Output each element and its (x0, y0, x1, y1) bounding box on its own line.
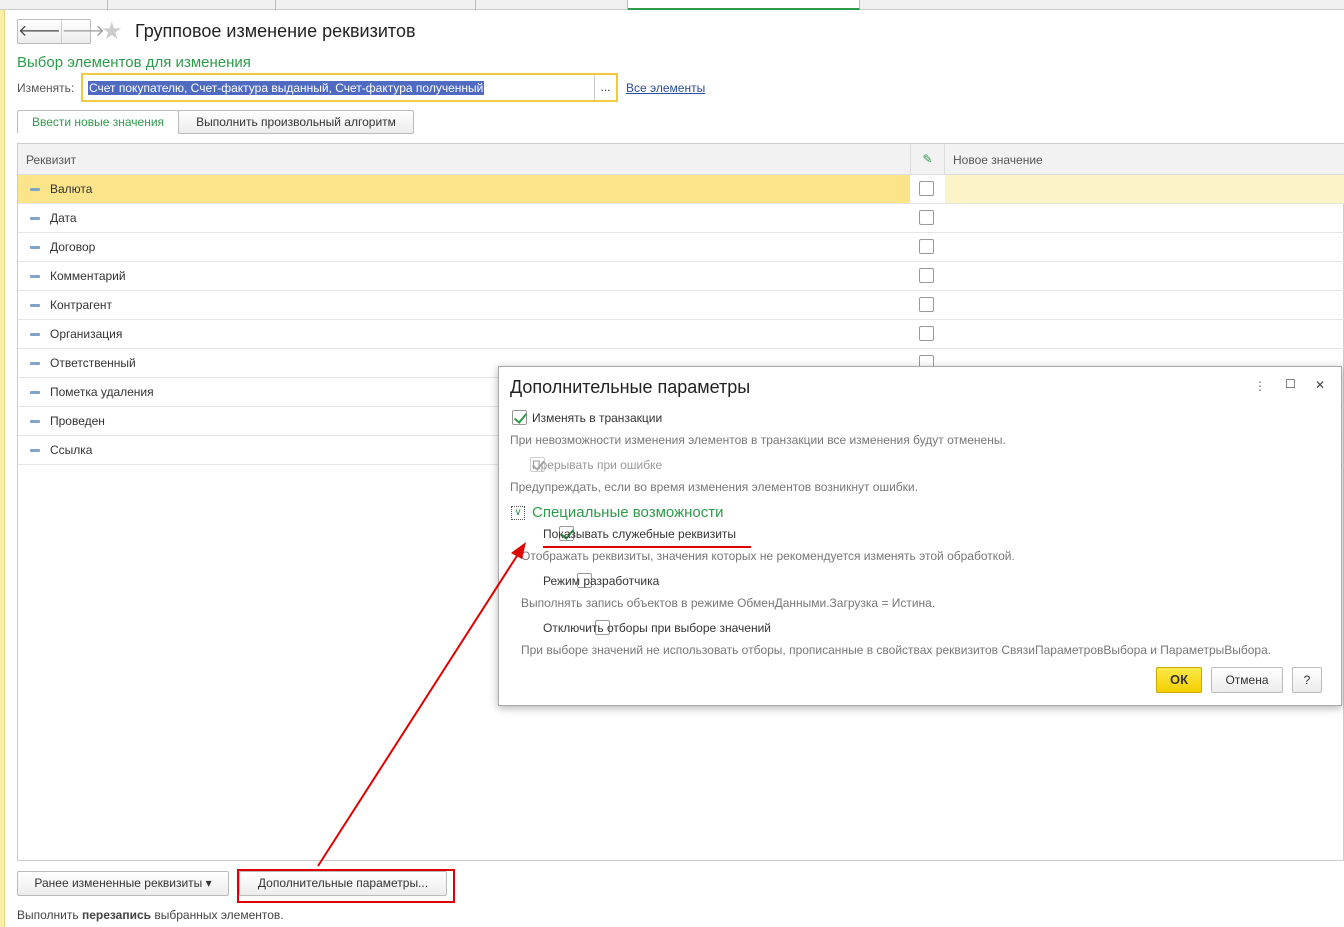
attribute-icon (30, 391, 40, 394)
table-row[interactable]: Договор (18, 233, 1344, 262)
status-suffix: выбранных элементов. (151, 908, 284, 922)
row-checkbox[interactable] (919, 326, 934, 341)
attribute-name: Ответственный (50, 356, 136, 370)
all-elements-link[interactable]: Все элементы (626, 81, 705, 95)
previously-changed-label: Ранее измененные реквизиты (34, 876, 203, 890)
table-row[interactable]: Организация (18, 320, 1344, 349)
row-checkbox[interactable] (919, 210, 934, 225)
dialog-title: Дополнительные параметры (510, 377, 751, 397)
attribute-name: Ссылка (50, 443, 93, 457)
status-prefix: Выполнить (17, 908, 82, 922)
column-attribute[interactable]: Реквизит (26, 153, 76, 167)
tab[interactable] (276, 0, 476, 10)
tab[interactable] (108, 0, 276, 10)
window-tabs (0, 0, 1344, 10)
back-icon[interactable]: 🡐 (18, 20, 61, 43)
developer-mode-label[interactable]: Режим разработчика (543, 574, 659, 588)
tab-custom-algorithm[interactable]: Выполнить произвольный алгоритм (178, 110, 414, 134)
in-transaction-checkbox[interactable] (512, 410, 527, 426)
cancel-button[interactable]: Отмена (1211, 667, 1283, 693)
developer-mode-hint: Выполнять запись объектов в режиме Обмен… (521, 596, 936, 610)
star-icon[interactable]: ★ (101, 17, 123, 46)
chevron-down-icon[interactable]: ∨ (511, 506, 525, 520)
help-button[interactable]: ? (1292, 667, 1322, 693)
close-icon[interactable]: ✕ (1315, 378, 1325, 392)
row-checkbox[interactable] (919, 297, 934, 312)
attribute-icon (30, 449, 40, 452)
column-new-value[interactable]: Новое значение (953, 153, 1043, 167)
page-title: Групповое изменение реквизитов (135, 21, 416, 41)
maximize-icon[interactable]: ☐ (1285, 377, 1296, 391)
attribute-icon (30, 304, 40, 307)
in-transaction-label[interactable]: Изменять в транзакции (532, 411, 662, 425)
side-stripe (0, 10, 5, 927)
table-row[interactable]: Дата (18, 204, 1344, 233)
tab[interactable] (476, 0, 628, 10)
annotation-underline (543, 546, 751, 548)
select-button[interactable]: ... (594, 75, 616, 100)
abort-on-error-label[interactable]: Прерывать при ошибке (532, 458, 662, 472)
row-checkbox[interactable] (919, 181, 934, 196)
tab[interactable] (0, 0, 108, 10)
change-field-value[interactable]: Счет покупателю, Счет-фактура выданный, … (88, 81, 485, 95)
attribute-name: Валюта (50, 182, 93, 196)
attribute-name: Договор (50, 240, 96, 254)
attribute-name: Комментарий (50, 269, 126, 283)
show-service-label[interactable]: Показывать служебные реквизиты (543, 527, 736, 541)
previously-changed-button[interactable]: Ранее измененные реквизиты ▾ (17, 871, 229, 896)
table-row[interactable]: Валюта (18, 175, 1344, 204)
attribute-name: Контрагент (50, 298, 113, 312)
special-group-title[interactable]: Специальные возможности (532, 504, 724, 521)
attribute-icon (30, 188, 40, 191)
show-service-hint: Отображать реквизиты, значения которых н… (521, 549, 1015, 563)
row-checkbox[interactable] (919, 268, 934, 283)
table-row[interactable]: Контрагент (18, 291, 1344, 320)
attribute-icon (30, 217, 40, 220)
more-icon[interactable]: ⋮ (1254, 379, 1266, 393)
attribute-icon (30, 362, 40, 365)
forward-icon[interactable]: 🡒 (60, 20, 105, 43)
table-header: Реквизит ✎ Новое значение (18, 144, 1344, 175)
attribute-name: Дата (50, 211, 77, 225)
attribute-icon (30, 246, 40, 249)
attribute-icon (30, 333, 40, 336)
row-checkbox[interactable] (919, 239, 934, 254)
pencil-icon: ✎ (910, 144, 945, 175)
annotation-box (237, 869, 455, 903)
in-transaction-hint: При невозможности изменения элементов в … (510, 433, 1006, 447)
attribute-icon (30, 275, 40, 278)
attribute-name: Организация (50, 327, 123, 341)
attribute-name: Пометка удаления (50, 385, 154, 399)
status-text: Выполнить перезапись выбранных элементов… (17, 908, 284, 922)
nav-buttons: 🡐 🡒 (17, 19, 105, 44)
dropdown-icon: ▾ (205, 876, 212, 890)
section-title: Выбор элементов для изменения (17, 54, 251, 71)
table-row[interactable]: Комментарий (18, 262, 1344, 291)
extra-params-dialog: Дополнительные параметры ⋮ ☐ ✕ Изменять … (498, 366, 1342, 706)
attribute-name: Проведен (50, 414, 105, 428)
tab-new-values[interactable]: Ввести новые значения (17, 110, 179, 134)
status-bold: перезапись (81, 908, 152, 922)
tab-active[interactable] (628, 0, 860, 10)
ok-button[interactable]: ОК (1156, 667, 1202, 693)
attribute-icon (30, 420, 40, 423)
change-label: Изменять: (17, 81, 75, 95)
change-field[interactable]: Счет покупателю, Счет-фактура выданный, … (81, 73, 618, 102)
disable-filters-hint: При выборе значений не использовать отбо… (521, 643, 1272, 657)
abort-on-error-hint: Предупреждать, если во время изменения э… (510, 480, 918, 494)
disable-filters-label[interactable]: Отключить отборы при выборе значений (543, 621, 771, 635)
